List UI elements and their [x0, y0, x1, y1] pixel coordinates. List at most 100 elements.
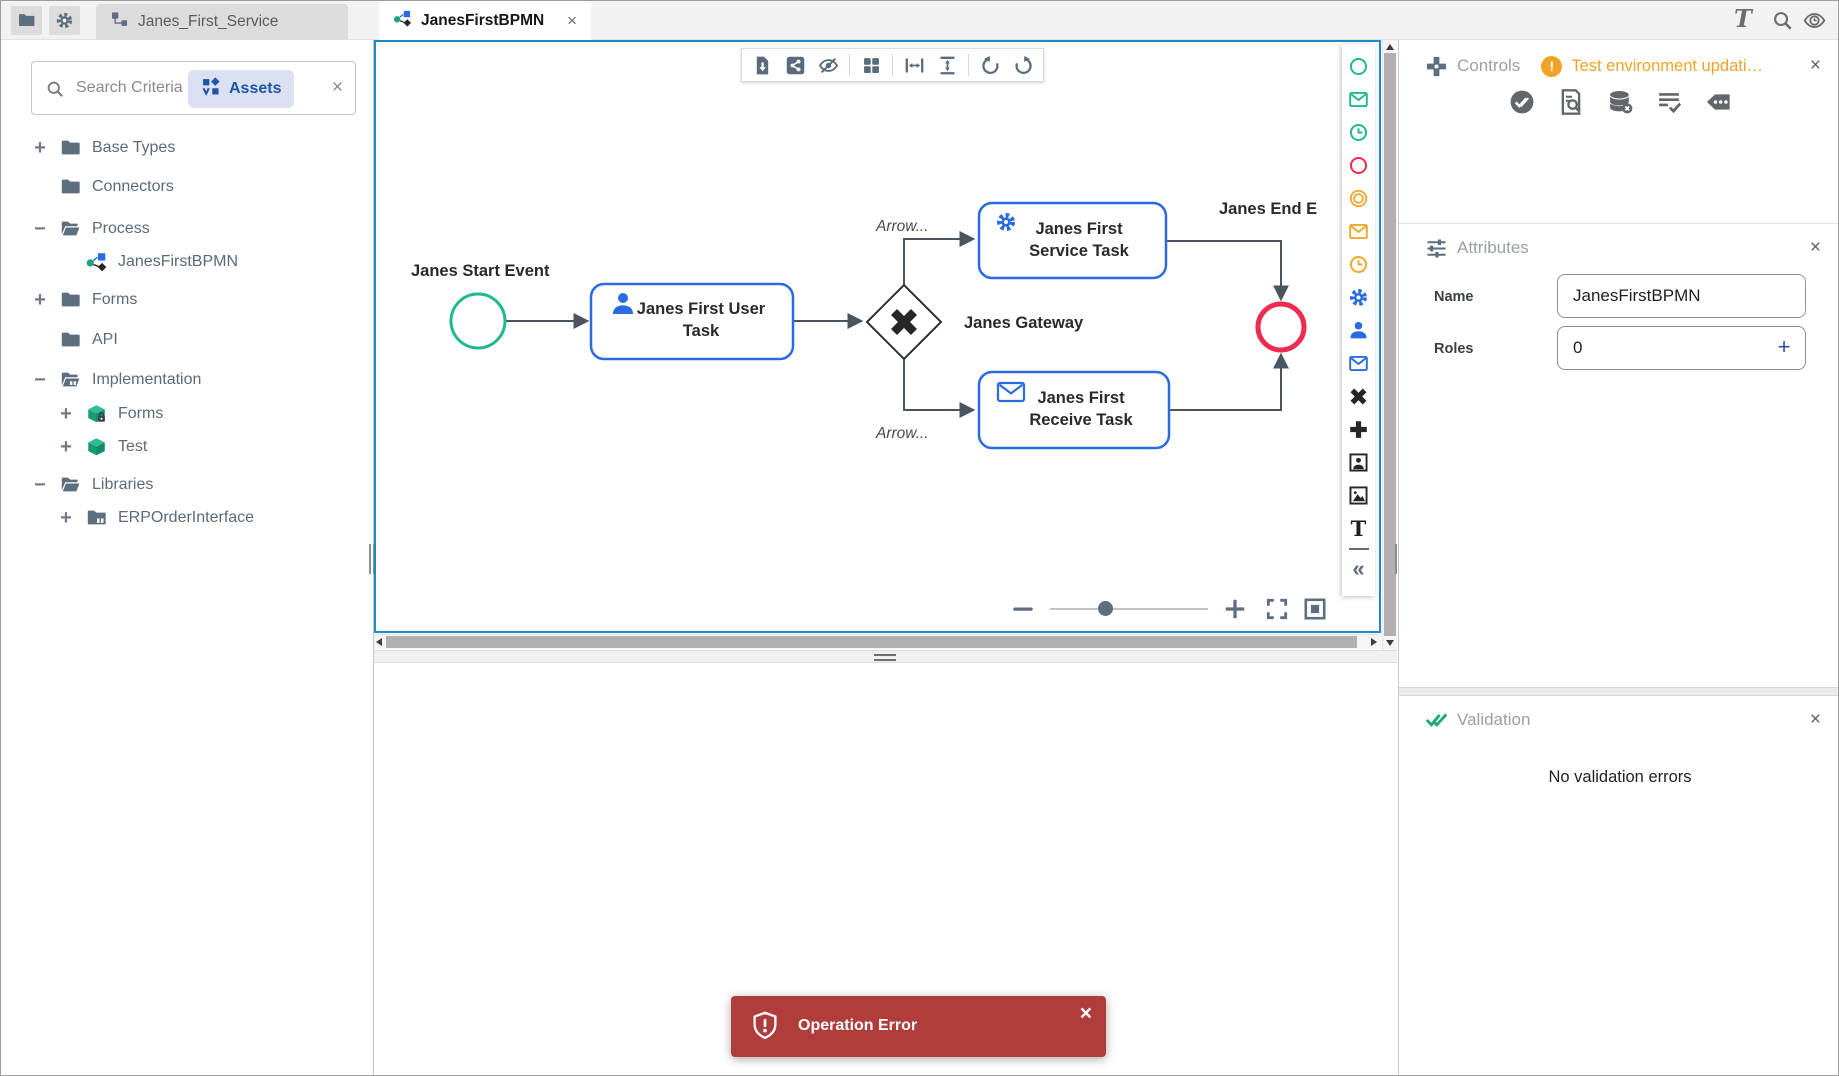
search-input[interactable] — [76, 63, 188, 113]
image-annotation-tool-icon[interactable] — [1348, 479, 1370, 512]
zoom-out-icon[interactable] — [1010, 596, 1036, 622]
close-icon[interactable]: × — [1810, 237, 1821, 259]
folder-icon — [58, 137, 83, 159]
intermediate-event-tool-icon[interactable] — [1348, 182, 1370, 215]
expand-toggle[interactable]: + — [55, 403, 77, 425]
flow-servicetask-to-end[interactable] — [1166, 241, 1281, 299]
gateway-node[interactable] — [867, 285, 941, 359]
export-diagram-icon[interactable] — [747, 52, 777, 78]
assets-filter-chip[interactable]: Assets — [188, 70, 294, 108]
tab-service[interactable]: Janes_First_Service — [96, 4, 348, 40]
comment-more-icon[interactable] — [1704, 88, 1732, 116]
database-clear-icon[interactable] — [1606, 88, 1634, 116]
bpmn-diagram: Arrow... Arrow... Janes Start Event Jane… — [376, 42, 1379, 631]
text-annotation-tool-icon[interactable]: T — [1348, 512, 1370, 545]
tree-item-libraries[interactable]: − Libraries — [1, 471, 367, 499]
end-event-tool-icon[interactable] — [1348, 149, 1370, 182]
toolbar-divider — [892, 54, 893, 76]
user-image-annotation-tool-icon[interactable] — [1348, 446, 1370, 479]
horizontal-scrollbar-thumb[interactable] — [386, 636, 1357, 648]
flow-receivetask-to-end[interactable] — [1169, 355, 1281, 410]
clear-search-icon[interactable]: × — [332, 77, 343, 99]
receive-task-node[interactable]: Janes First Receive Task — [979, 372, 1169, 448]
scroll-right-arrow[interactable] — [1371, 638, 1377, 646]
preview-eye-icon[interactable] — [1802, 9, 1827, 32]
fit-to-screen-icon[interactable] — [1302, 596, 1328, 622]
checklist-icon[interactable] — [1655, 88, 1683, 116]
timer-intermediate-event-tool-icon[interactable] — [1348, 248, 1370, 281]
bpmn-canvas[interactable]: Arrow... Arrow... Janes Start Event Jane… — [374, 40, 1381, 633]
timer-start-event-tool-icon[interactable] — [1348, 116, 1370, 149]
zoom-in-icon[interactable] — [1222, 596, 1248, 622]
collapse-toggle[interactable]: − — [29, 474, 51, 496]
zoom-slider-knob[interactable] — [1098, 601, 1113, 616]
tree-item-janesfirstbpmn[interactable]: JanesFirstBPMN — [1, 248, 367, 276]
tree-item-label: Implementation — [92, 371, 201, 389]
tree-item-forms[interactable]: + Forms — [1, 286, 367, 314]
exclusive-gateway-tool-icon[interactable] — [1348, 380, 1370, 413]
horizontal-scrollbar[interactable] — [374, 634, 1381, 649]
service-task-node[interactable]: Janes First Service Task — [979, 203, 1166, 278]
undo-icon[interactable] — [975, 52, 1005, 78]
close-icon[interactable]: × — [1810, 55, 1821, 77]
message-intermediate-event-tool-icon[interactable] — [1348, 215, 1370, 248]
splitter-grip-icon[interactable] — [874, 654, 896, 661]
scroll-left-arrow[interactable] — [376, 638, 382, 646]
start-event-node[interactable] — [451, 294, 505, 348]
collapse-toggle[interactable]: − — [29, 218, 51, 240]
close-tab-icon[interactable]: × — [567, 11, 577, 31]
expand-toggle[interactable]: + — [55, 436, 77, 458]
collapse-toggle[interactable]: − — [29, 369, 51, 391]
expand-toggle[interactable]: + — [55, 507, 77, 529]
folder-icon — [58, 176, 83, 198]
service-task-tool-icon[interactable] — [1348, 281, 1370, 314]
share-icon[interactable] — [780, 52, 810, 78]
scroll-down-arrow[interactable] — [1386, 640, 1394, 646]
service-task-label-2: Service Task — [1029, 242, 1130, 260]
approve-icon[interactable] — [1508, 88, 1536, 116]
tree-item-impl-test[interactable]: + Test — [1, 433, 367, 461]
zoom-slider[interactable] — [1050, 608, 1208, 610]
expand-toggle[interactable]: + — [29, 137, 51, 159]
close-toast-icon[interactable]: × — [1080, 1002, 1092, 1026]
fit-height-icon[interactable] — [932, 52, 962, 78]
bpmn-model-icon — [84, 251, 109, 273]
search-icon[interactable] — [1771, 9, 1794, 32]
hide-details-icon[interactable] — [813, 52, 843, 78]
grid-layout-icon[interactable] — [856, 52, 886, 78]
tree-item-erporderinterface[interactable]: + ERPOrderInterface — [1, 504, 367, 532]
project-explorer-button[interactable] — [11, 6, 42, 35]
fullscreen-icon[interactable] — [1264, 596, 1290, 622]
typography-tool-icon[interactable]: T — [1734, 4, 1752, 33]
tree-item-impl-forms[interactable]: + Forms — [1, 400, 367, 428]
parallel-gateway-tool-icon[interactable] — [1348, 413, 1370, 446]
flow-gateway-to-servicetask[interactable] — [904, 239, 973, 285]
tree-item-connectors[interactable]: Connectors — [1, 173, 367, 201]
user-task-tool-icon[interactable] — [1348, 314, 1370, 347]
tree-item-implementation[interactable]: − Implementation — [1, 366, 367, 394]
tab-document[interactable]: JanesFirstBPMN × — [379, 1, 591, 40]
tree-item-process[interactable]: − Process — [1, 215, 367, 243]
tree-item-base-types[interactable]: + Base Types — [1, 134, 367, 162]
close-icon[interactable]: × — [1810, 709, 1821, 731]
tree-item-api[interactable]: API — [1, 326, 367, 354]
message-start-event-tool-icon[interactable] — [1348, 83, 1370, 116]
expand-toggle[interactable]: + — [29, 289, 51, 311]
collapse-palette-icon[interactable]: « — [1348, 552, 1370, 585]
redo-icon[interactable] — [1008, 52, 1038, 78]
flow-gateway-to-receivetask[interactable] — [904, 359, 973, 410]
name-field[interactable] — [1557, 274, 1806, 318]
settings-button[interactable] — [49, 6, 80, 35]
receive-task-tool-icon[interactable] — [1348, 347, 1370, 380]
roles-field[interactable] — [1557, 326, 1806, 370]
document-preview-icon[interactable] — [1557, 88, 1585, 116]
horizontal-splitter[interactable] — [374, 650, 1397, 663]
end-event-node[interactable] — [1258, 304, 1304, 350]
validation-title: Validation — [1457, 710, 1530, 730]
user-task-node[interactable]: Janes First User Task — [591, 284, 793, 359]
receive-task-label-1: Janes First — [1037, 389, 1125, 407]
scroll-up-arrow[interactable] — [1386, 44, 1394, 50]
start-event-tool-icon[interactable] — [1348, 50, 1370, 83]
fit-width-icon[interactable] — [899, 52, 929, 78]
add-role-button[interactable]: + — [1771, 334, 1797, 360]
